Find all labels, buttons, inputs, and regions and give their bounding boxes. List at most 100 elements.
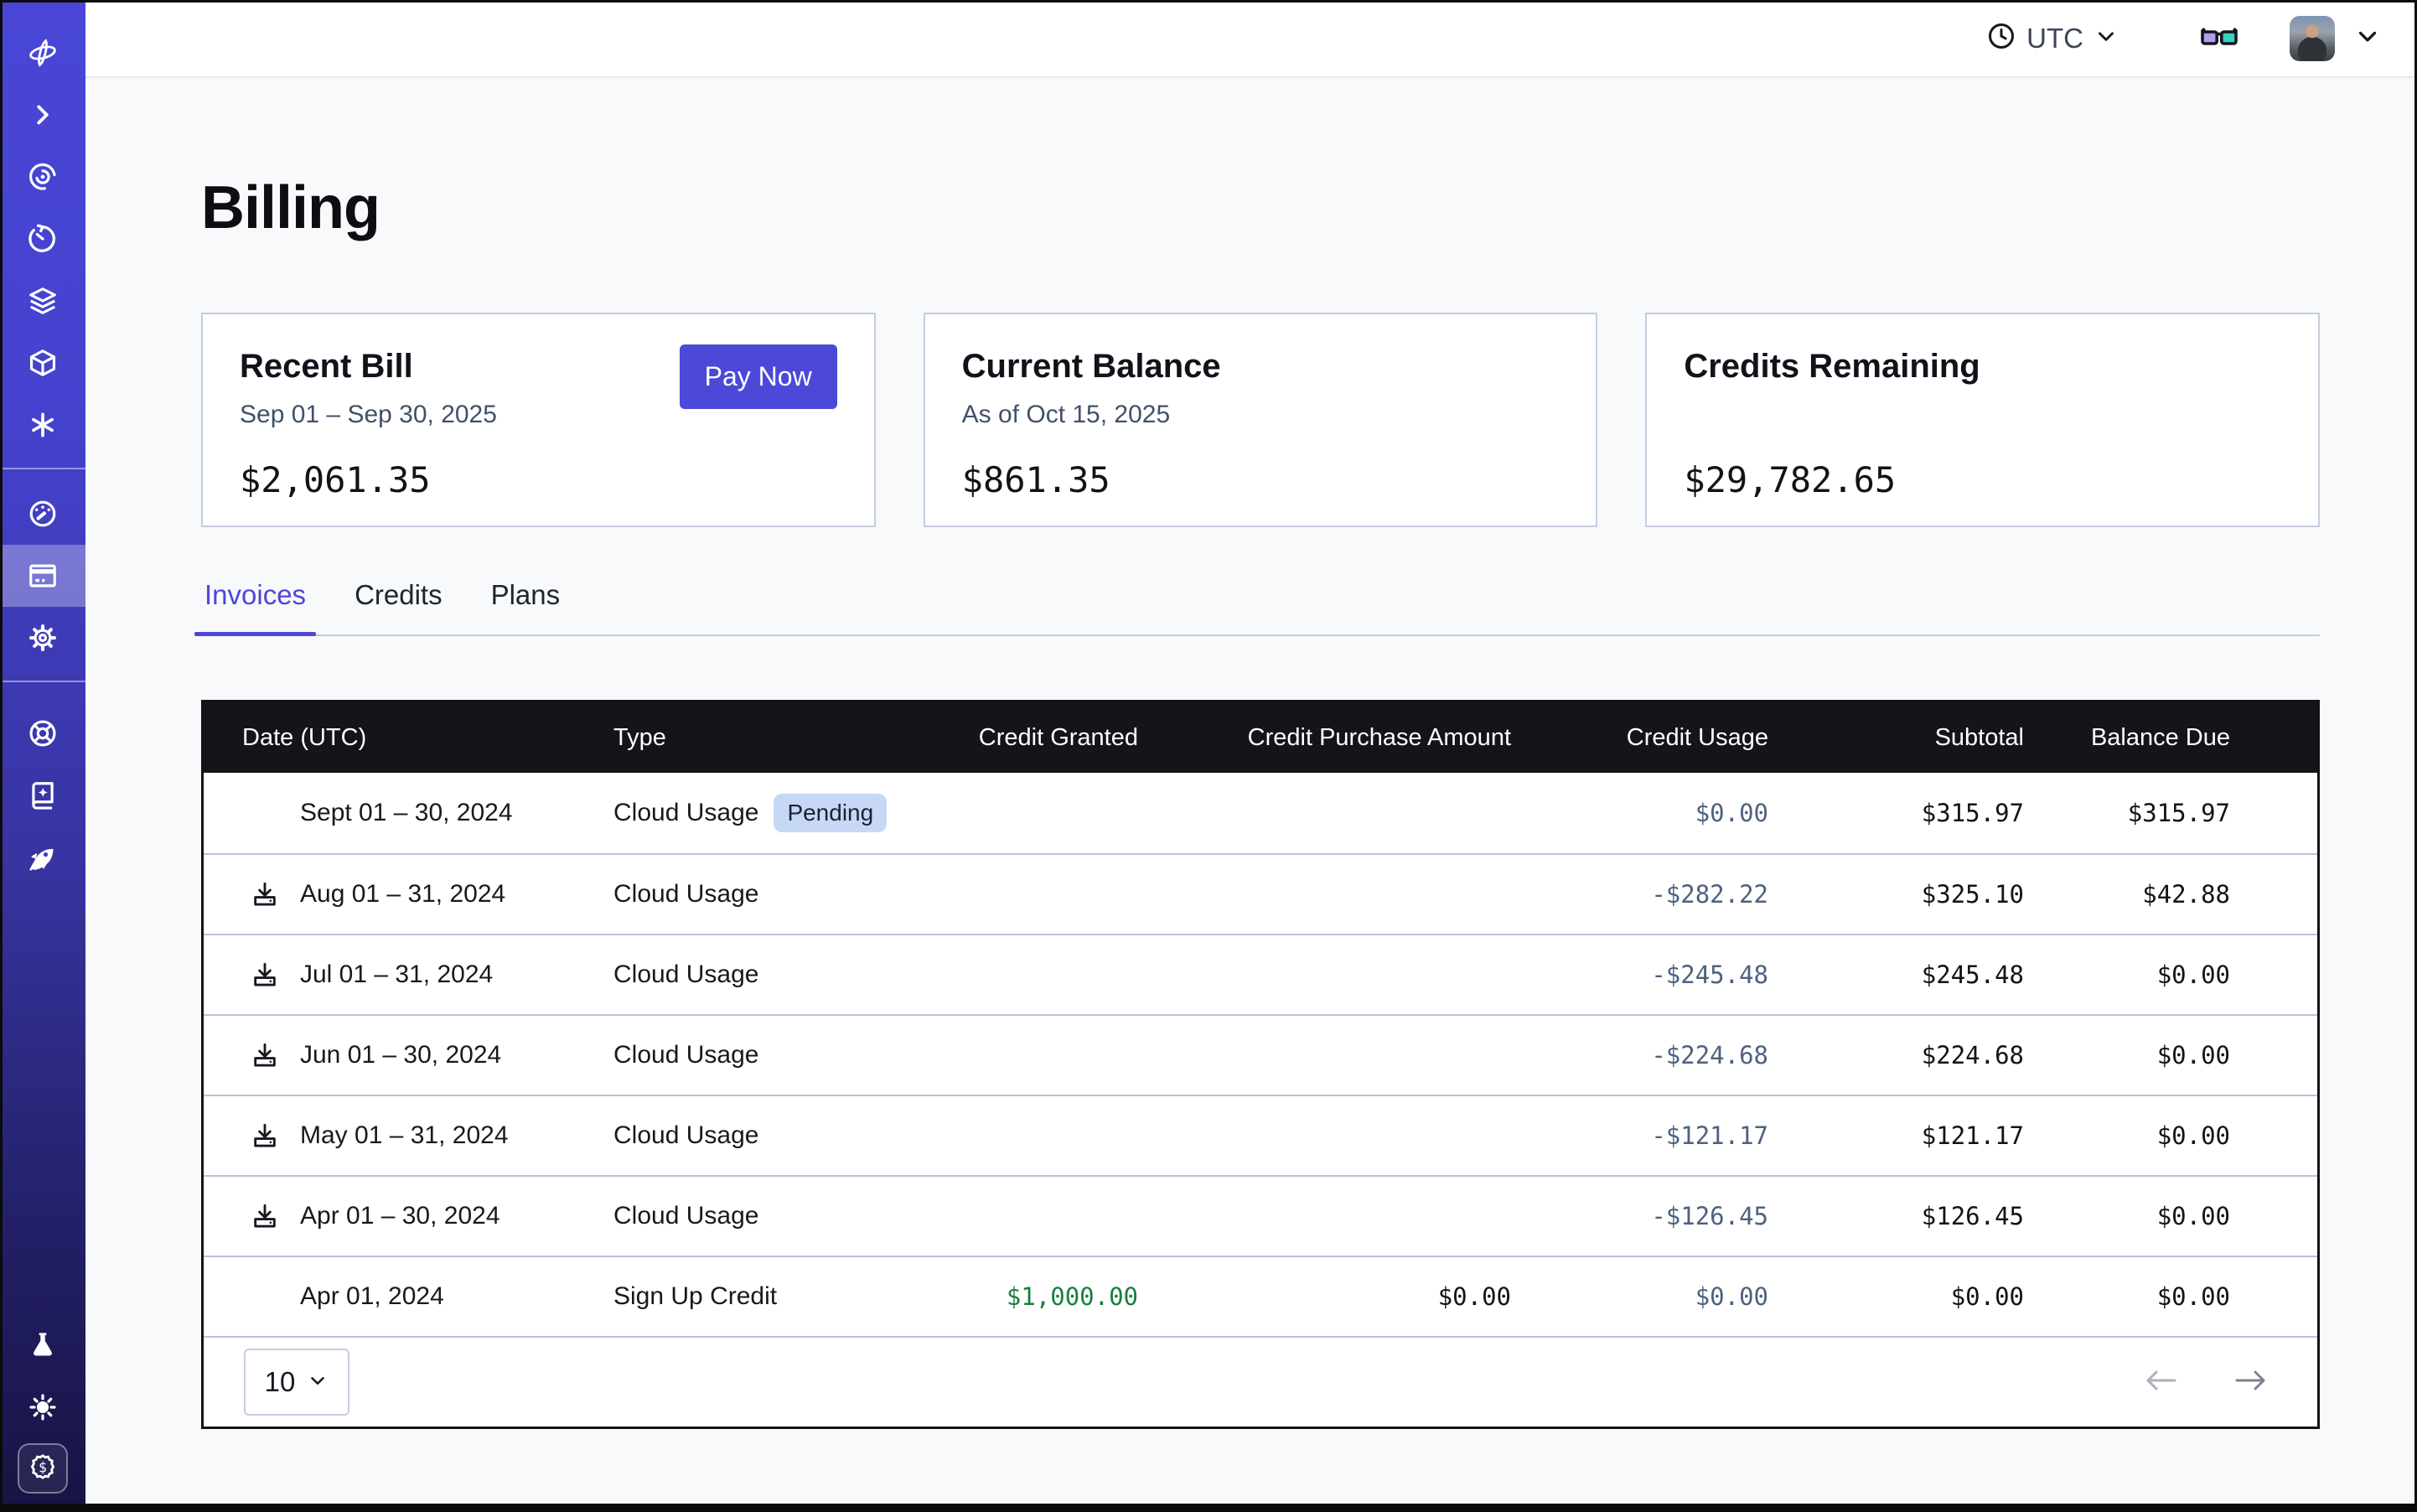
download-invoice-icon[interactable] <box>251 880 279 909</box>
sidebar-item-pricing[interactable]: $ <box>18 1443 68 1494</box>
page-size-value: 10 <box>265 1366 296 1398</box>
invoice-date: Aug 01 – 31, 2024 <box>300 880 505 909</box>
account-menu-button[interactable] <box>2353 22 2382 54</box>
invoices-table: Date (UTC) Type Credit Granted Credit Pu… <box>201 700 2320 1429</box>
previous-page-button[interactable] <box>2141 1366 2180 1399</box>
credit-usage-cell: -$245.48 <box>1511 961 1768 989</box>
spiral-icon <box>27 161 59 193</box>
credit-card-icon <box>27 560 59 592</box>
layers-icon <box>27 285 59 317</box>
subtotal-cell: $315.97 <box>1768 799 2024 827</box>
credit-usage-cell: -$224.68 <box>1511 1041 1768 1069</box>
column-header-credit-purchase: Credit Purchase Amount <box>1138 724 1511 752</box>
sidebar-divider <box>0 681 85 682</box>
sidebar-item-expand[interactable] <box>0 84 85 146</box>
sidebar-item-usage[interactable] <box>0 483 85 545</box>
chevron-down-icon <box>2353 22 2382 54</box>
sidebar-item-labs[interactable] <box>0 1314 85 1376</box>
avatar[interactable] <box>2290 16 2335 61</box>
chevron-down-icon <box>2094 23 2119 53</box>
column-header-subtotal: Subtotal <box>1768 724 2024 752</box>
credit-granted-cell: $1,000.00 <box>924 1282 1138 1311</box>
table-row[interactable]: Jul 01 – 31, 2024 Cloud Usage -$245.48 $… <box>204 934 2317 1014</box>
table-row[interactable]: Aug 01 – 31, 2024 Cloud Usage -$282.22 $… <box>204 853 2317 934</box>
card-amount: $29,782.65 <box>1684 459 2281 500</box>
balance-due-cell: $42.88 <box>2024 880 2230 909</box>
gear-icon <box>27 622 59 654</box>
sidebar-item-functions[interactable] <box>0 394 85 456</box>
card-title: Current Balance <box>962 348 1560 386</box>
sidebar-item-getting-started[interactable] <box>0 826 85 888</box>
subtotal-cell: $325.10 <box>1768 880 2024 909</box>
topbar: UTC <box>85 0 2417 78</box>
sun-icon <box>27 1391 59 1423</box>
credit-usage-cell: -$282.22 <box>1511 880 1768 909</box>
sidebar-item-packages[interactable] <box>0 332 85 394</box>
timezone-selector[interactable]: UTC <box>1986 21 2119 55</box>
table-row[interactable]: Jun 01 – 30, 2024 Cloud Usage -$224.68 $… <box>204 1014 2317 1095</box>
column-header-credit-usage: Credit Usage <box>1511 724 1768 752</box>
logo-icon <box>27 37 59 69</box>
sidebar-item-settings[interactable] <box>0 607 85 669</box>
invoice-type: Cloud Usage <box>613 1121 758 1150</box>
sidebar-item-docs[interactable] <box>0 764 85 826</box>
status-badge: Pending <box>774 794 887 832</box>
clock-icon <box>1986 21 2016 55</box>
sidebar-item-support[interactable] <box>0 702 85 764</box>
download-invoice-icon[interactable] <box>251 961 279 989</box>
tab-credits[interactable]: Credits <box>351 579 446 636</box>
credit-usage-cell: -$126.45 <box>1511 1202 1768 1230</box>
subtotal-cell: $126.45 <box>1768 1202 2024 1230</box>
card-amount: $861.35 <box>962 459 1560 500</box>
sidebar-item-theme[interactable] <box>0 1376 85 1438</box>
column-header-type: Type <box>613 724 924 752</box>
page-size-select[interactable]: 10 <box>244 1349 349 1416</box>
pay-now-button[interactable]: Pay Now <box>680 344 837 409</box>
page-title: Billing <box>201 173 2417 242</box>
next-page-button[interactable] <box>2232 1366 2270 1399</box>
svg-text:$: $ <box>39 1459 47 1475</box>
balance-due-cell: $0.00 <box>2024 1282 2230 1311</box>
timezone-label: UTC <box>2026 23 2083 54</box>
invoice-type: Cloud Usage <box>613 880 758 909</box>
credit-usage-cell: $0.00 <box>1511 1282 1768 1311</box>
subtotal-cell: $245.48 <box>1768 961 2024 989</box>
current-balance-card: Current Balance As of Oct 15, 2025 $861.… <box>924 313 1598 527</box>
table-row[interactable]: Apr 01, 2024 Sign Up Credit $1,000.00 $0… <box>204 1256 2317 1336</box>
invoice-type: Cloud Usage <box>613 961 758 989</box>
table-row[interactable]: Sept 01 – 30, 2024 Cloud Usage Pending $… <box>204 773 2317 853</box>
summary-cards: Recent Bill Sep 01 – Sep 30, 2025 $2,061… <box>201 313 2320 527</box>
reader-mode-button[interactable] <box>2199 19 2239 57</box>
invoice-date: Apr 01, 2024 <box>300 1282 444 1311</box>
download-invoice-icon[interactable] <box>251 1202 279 1230</box>
balance-due-cell: $0.00 <box>2024 1121 2230 1150</box>
table-body: Sept 01 – 30, 2024 Cloud Usage Pending $… <box>204 773 2317 1336</box>
subtotal-cell: $0.00 <box>1768 1282 2024 1311</box>
book-sparkle-icon <box>27 779 59 811</box>
credit-purchase-cell: $0.00 <box>1138 1282 1511 1311</box>
download-invoice-icon[interactable] <box>251 1041 279 1069</box>
invoice-type: Cloud Usage <box>613 1202 758 1230</box>
tab-plans[interactable]: Plans <box>488 579 564 636</box>
tab-invoices[interactable]: Invoices <box>201 579 309 636</box>
balance-due-cell: $0.00 <box>2024 1202 2230 1230</box>
sidebar-item-billing[interactable] <box>0 545 85 607</box>
download-invoice-icon[interactable] <box>251 1121 279 1150</box>
sidebar-item-logo[interactable] <box>0 22 85 84</box>
sidebar-item-layers[interactable] <box>0 270 85 332</box>
pagination-controls <box>2141 1366 2270 1399</box>
rocket-icon <box>27 841 59 873</box>
sidebar-item-history[interactable] <box>0 208 85 270</box>
column-header-date: Date (UTC) <box>204 724 613 752</box>
table-row[interactable]: May 01 – 31, 2024 Cloud Usage -$121.17 $… <box>204 1095 2317 1175</box>
card-subtitle <box>1684 401 2281 431</box>
sidebar-divider <box>0 468 85 469</box>
card-subtitle: As of Oct 15, 2025 <box>962 401 1560 431</box>
billing-tabs: Invoices Credits Plans <box>201 579 2320 636</box>
sidebar-item-observability[interactable] <box>0 146 85 208</box>
dollar-badge-icon: $ <box>28 1452 58 1486</box>
table-row[interactable]: Apr 01 – 30, 2024 Cloud Usage -$126.45 $… <box>204 1175 2317 1256</box>
invoice-date: Jul 01 – 31, 2024 <box>300 961 493 989</box>
subtotal-cell: $224.68 <box>1768 1041 2024 1069</box>
recent-bill-card: Recent Bill Sep 01 – Sep 30, 2025 $2,061… <box>201 313 876 527</box>
